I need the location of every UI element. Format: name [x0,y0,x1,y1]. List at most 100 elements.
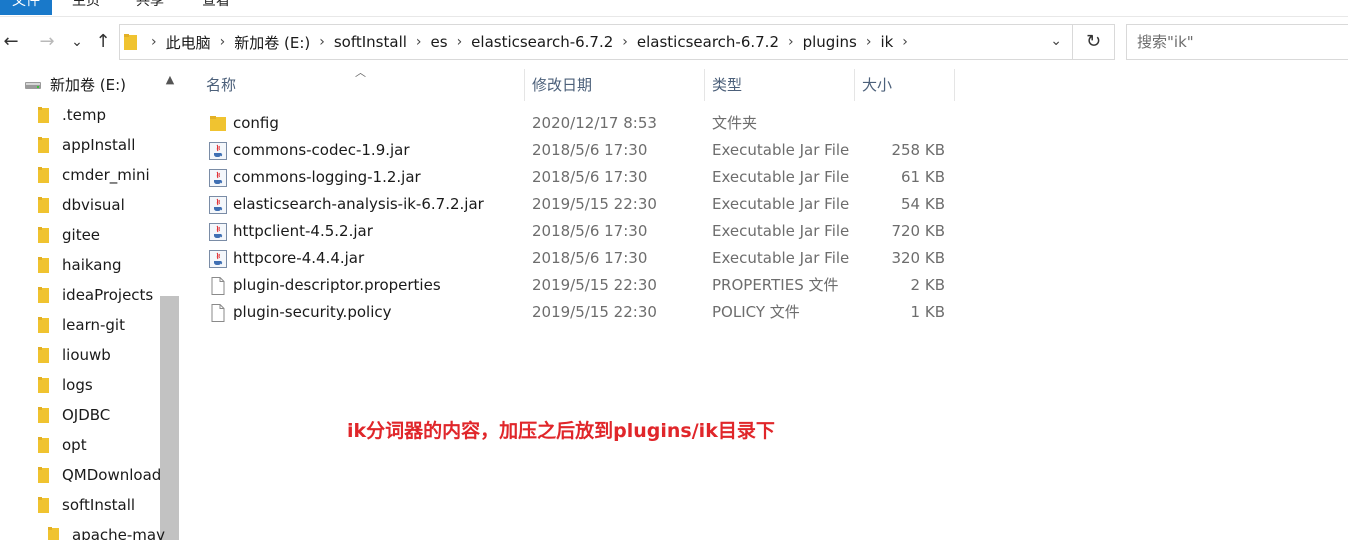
column-header-size[interactable]: 大小 [862,69,892,101]
tab-file[interactable]: 文件 [0,0,52,15]
forward-button[interactable]: → [36,31,58,53]
up-button[interactable]: ↑ [92,31,114,53]
nav-item-folder[interactable]: logs [38,370,93,400]
folder-icon [38,467,49,483]
file-size: 320 KB [891,249,945,267]
search-input[interactable] [1127,25,1348,59]
file-date: 2019/5/15 22:30 [532,276,657,294]
chevron-right-icon[interactable]: › [452,34,468,50]
nav-item-folder[interactable]: gitee [38,220,100,250]
breadcrumb-ik[interactable]: ik [876,33,897,51]
file-row[interactable]: commons-logging-1.2.jar 2018/5/6 17:30 Exe… [200,164,960,191]
nav-item-folder[interactable]: softInstall [38,490,135,520]
file-name: elasticsearch-analysis-ik-6.7.2.jar [233,195,484,213]
breadcrumb-this-pc[interactable]: 此电脑 [162,32,215,53]
file-date: 2018/5/6 17:30 [532,168,648,186]
nav-item-label: appInstall [62,136,136,154]
file-type: PROPERTIES 文件 [712,276,839,294]
nav-item-label: cmder_mini [62,166,150,184]
file-row[interactable]: httpcore-4.4.4.jar 2018/5/6 17:30 Executab… [200,245,960,272]
nav-item-folder[interactable]: appInstall [38,130,135,160]
chevron-right-icon[interactable]: › [897,34,913,50]
jar-icon [209,196,227,214]
nav-item-drive-e[interactable]: 新加卷 (E:) [24,70,126,100]
file-type: Executable Jar File [712,222,850,240]
breadcrumb-drive-e[interactable]: 新加卷 (E:) [230,32,314,53]
nav-item-folder[interactable]: learn-git [38,310,125,340]
file-type: Executable Jar File [712,249,850,267]
nav-item-folder[interactable]: .temp [38,100,106,130]
file-row[interactable]: plugin-descriptor.properties 2019/5/15 22… [200,272,960,299]
column-header-name[interactable]: 名称 [206,69,236,101]
nav-item-subfolder[interactable]: apache-mav [48,520,165,540]
column-header-date[interactable]: 修改日期 [532,69,592,101]
nav-item-folder[interactable]: OJDBC [38,400,110,430]
ribbon: 文件 主页 共享 查看 [0,0,1348,17]
nav-item-label: gitee [62,226,101,244]
nav-item-folder[interactable]: opt [38,430,87,460]
column-divider[interactable] [954,69,955,101]
nav-item-label: ideaProjects [62,286,154,304]
folder-icon [38,257,49,273]
nav-item-folder[interactable]: dbvisual [38,190,125,220]
tab-view[interactable]: 查看 [202,0,230,15]
file-name: httpclient-4.5.2.jar [233,222,373,240]
chevron-right-icon: › [151,34,157,50]
scroll-up-arrow-icon[interactable]: ▲ [160,70,180,90]
tab-home[interactable]: 主页 [72,0,100,15]
folder-icon [38,137,49,153]
file-row[interactable]: elasticsearch-analysis-ik-6.7.2.jar 2019/… [200,191,960,218]
nav-item-folder[interactable]: QMDownload [38,460,161,490]
folder-icon [38,317,49,333]
nav-item-folder[interactable]: haikang [38,250,122,280]
jar-icon [209,250,227,268]
nav-item-label: logs [62,376,93,394]
folder-icon [38,107,49,123]
file-row[interactable]: plugin-security.policy 2019/5/15 22:30 POL… [200,299,960,326]
nav-item-folder[interactable]: ideaProjects [38,280,153,310]
refresh-button[interactable]: ↻ [1073,24,1115,60]
nav-item-label: haikang [62,256,122,274]
breadcrumb-plugins[interactable]: plugins [799,33,861,51]
tab-share[interactable]: 共享 [136,0,164,15]
column-divider[interactable] [854,69,855,101]
file-row[interactable]: httpclient-4.5.2.jar 2018/5/6 17:30 Execut… [200,218,960,245]
file-type: Executable Jar File [712,141,850,159]
chevron-right-icon[interactable]: › [617,34,633,50]
column-divider[interactable] [704,69,705,101]
jar-icon [209,169,227,187]
breadcrumb-elasticsearch-outer[interactable]: elasticsearch-6.7.2 [467,33,617,51]
chevron-right-icon[interactable]: › [783,34,799,50]
nav-item-label: OJDBC [62,406,111,424]
file-row[interactable]: config 2020/12/17 8:53 文件夹 [200,110,960,137]
recent-locations-button[interactable]: ⌄ [66,31,88,53]
file-name: config [233,114,279,132]
back-button[interactable]: ← [0,31,22,53]
file-date: 2020/12/17 8:53 [532,114,657,132]
folder-icon [38,287,49,303]
column-divider[interactable] [524,69,525,101]
nav-item-label: 新加卷 (E:) [50,76,127,94]
file-row[interactable]: commons-codec-1.9.jar 2018/5/6 17:30 Execu… [200,137,960,164]
breadcrumb-elasticsearch-inner[interactable]: elasticsearch-6.7.2 [633,33,783,51]
chevron-right-icon[interactable]: › [314,34,330,50]
file-size: 1 KB [910,303,945,321]
nav-item-label: dbvisual [62,196,125,214]
chevron-right-icon[interactable]: › [411,34,427,50]
folder-icon [124,34,137,50]
nav-item-folder[interactable]: cmder_mini [38,160,150,190]
chevron-right-icon[interactable]: › [215,34,231,50]
address-bar[interactable]: › 此电脑 › 新加卷 (E:) › softInstall › es › el… [119,24,1073,60]
column-header-type[interactable]: 类型 [712,69,742,101]
folder-icon [38,347,49,363]
nav-item-folder[interactable]: liouwb [38,340,111,370]
scrollbar-thumb[interactable] [160,296,179,540]
file-name: plugin-descriptor.properties [233,276,441,294]
file-type: Executable Jar File [712,195,850,213]
folder-icon [38,407,49,423]
breadcrumb-es[interactable]: es [427,33,452,51]
annotation-text: ik分词器的内容，加压之后放到plugins/ik目录下 [347,420,775,442]
chevron-right-icon[interactable]: › [861,34,877,50]
address-history-chevron-down-icon[interactable]: ⌄ [1050,33,1062,49]
breadcrumb-softinstall[interactable]: softInstall [330,33,411,51]
